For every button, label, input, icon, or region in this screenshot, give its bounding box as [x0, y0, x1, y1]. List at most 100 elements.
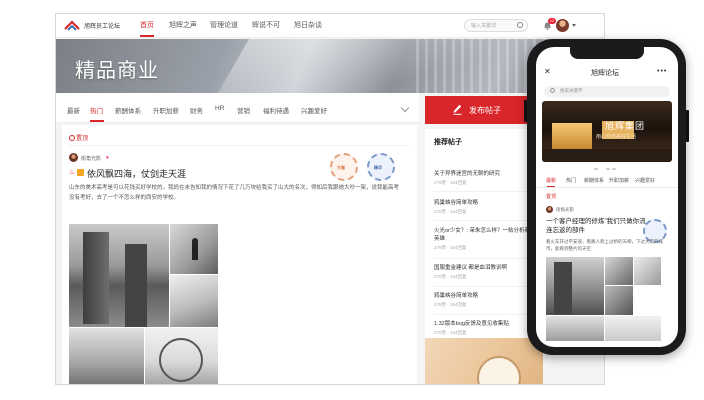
- tab-salary[interactable]: 薪酬体系: [115, 105, 141, 115]
- nav-home[interactable]: 首页: [140, 20, 154, 30]
- search-placeholder: 输入关键词: [471, 23, 497, 29]
- tab-hr[interactable]: HR: [215, 105, 224, 112]
- pinned-text: 置顶: [76, 136, 89, 142]
- recommended-item[interactable]: 火光or少女？: 茉朱怎么样？一帖分析新出英雄 276赞 · 164回复: [434, 227, 538, 251]
- recommended-meta: 276赞 · 164回复: [434, 302, 467, 307]
- recommended-meta: 276赞 · 164回复: [434, 330, 467, 335]
- mobile-screen: ✕ 旭辉论坛 ••• 搜索关键字 旭辉集团 用心构筑美好生活 最新 热门 薪酬体…: [536, 47, 678, 347]
- mobile-tab-promotion[interactable]: 升职加薪: [609, 177, 629, 184]
- recommended-title[interactable]: 鸦巢峡谷简单攻略: [434, 292, 538, 300]
- publish-post-label: 发布帖子: [469, 106, 501, 115]
- user-avatar[interactable]: [556, 19, 569, 32]
- tab-latest[interactable]: 最新: [67, 105, 80, 115]
- post-body: 山东的美术高考是可以花钱买好学校的。我妈在未告知我的情况下花了几万块给我买了山大…: [69, 185, 400, 201]
- recommended-meta: 276赞 · 164回复: [434, 274, 467, 279]
- nav-voice[interactable]: 旭辉之声: [169, 20, 197, 30]
- logo-icon[interactable]: [64, 20, 80, 31]
- mobile-post-image[interactable]: [546, 316, 604, 341]
- divider: [434, 258, 538, 259]
- recommended-title[interactable]: 1.32版本bug反馈及意见收集贴: [434, 320, 538, 328]
- sidebar-ad-image[interactable]: [425, 338, 543, 384]
- mobile-banner-subtitle: 用心构筑美好生活: [596, 134, 637, 140]
- post-image[interactable]: [145, 328, 218, 384]
- mobile-post-title[interactable]: 一个客户经理的修炼”我们只做你流连忘返的部件: [546, 217, 646, 235]
- author-avatar[interactable]: [69, 153, 78, 162]
- mobile-post-body: 看火车开过平安道，看路人爬上过桥的天梯，下过大雨的城市，能看到整片的天空: [546, 239, 663, 251]
- tab-hot[interactable]: 热门: [90, 105, 103, 115]
- recommended-title[interactable]: 关于异界迷宫的无聊的研究: [434, 170, 538, 178]
- recommended-title[interactable]: 鸦巢峡谷简单攻略: [434, 199, 538, 207]
- mobile-banner[interactable]: 旭辉集团 用心构筑美好生活: [542, 101, 672, 162]
- post-image[interactable]: [69, 328, 144, 384]
- search-icon: [550, 88, 555, 93]
- mobile-title: 旭辉论坛: [591, 70, 619, 77]
- tab-active-indicator: [90, 120, 104, 122]
- mobile-author-avatar[interactable]: [546, 206, 553, 213]
- post-image[interactable]: [170, 224, 218, 274]
- phone-notch: [570, 47, 644, 59]
- search-input[interactable]: 输入关键词: [464, 19, 528, 32]
- recommended-title[interactable]: 火光or少女？: 茉朱怎么样？一帖分析新出英雄: [434, 227, 538, 243]
- divider: [434, 314, 538, 315]
- tab-finance[interactable]: 财务: [190, 105, 203, 115]
- recommended-item[interactable]: 鸦巢峡谷简单攻略 276赞 · 164回复: [434, 292, 538, 308]
- mobile-post-image[interactable]: [605, 257, 633, 285]
- tab-marketing[interactable]: 营销: [237, 105, 250, 115]
- recommended-item[interactable]: 国服重金建议 都是血泪教训啊 276赞 · 164回复: [434, 264, 538, 280]
- mobile-tab-latest[interactable]: 最新: [546, 177, 556, 184]
- pagination-dot[interactable]: [606, 168, 610, 170]
- mobile-post-image[interactable]: [546, 257, 604, 315]
- recommended-item[interactable]: 1.32版本bug反馈及意见收集贴 276赞 · 164回复: [434, 320, 538, 336]
- tab-hobbies[interactable]: 兴趣爱好: [301, 105, 327, 115]
- nav-talk[interactable]: 辉说不可: [252, 20, 280, 30]
- banner-pagination[interactable]: [594, 157, 624, 170]
- mobile-author-name[interactable]: 街角光影: [556, 207, 574, 213]
- recommended-item[interactable]: 关于异界迷宫的无聊的研究 276赞 · 164回复: [434, 170, 538, 186]
- tab-benefits[interactable]: 福利待遇: [263, 105, 289, 115]
- nav-active-indicator: [140, 35, 154, 37]
- post-image[interactable]: [69, 224, 169, 327]
- expert-stamp-icon: 大咖: [330, 153, 358, 181]
- mobile-tab-hobbies[interactable]: 兴趣爱好: [635, 177, 655, 184]
- top-navbar: 旭辉员工论坛 首页 旭辉之声 管理论道 辉说不可 旭日杂谈 输入关键词 12: [56, 14, 604, 38]
- nav-chat[interactable]: 旭日杂谈: [294, 20, 322, 30]
- mobile-post-image[interactable]: [634, 257, 661, 285]
- recommended-meta: 276赞 · 164回复: [434, 209, 467, 214]
- author-name[interactable]: 街角光影: [81, 155, 101, 162]
- mobile-search-placeholder: 搜索关键字: [560, 88, 583, 93]
- phone-side-button: [686, 110, 689, 142]
- mobile-search-input[interactable]: 搜索关键字: [544, 86, 670, 97]
- tab-promotion[interactable]: 升职加薪: [153, 105, 179, 115]
- pinned-label: 置顶: [69, 133, 88, 142]
- pagination-dot[interactable]: [594, 168, 598, 170]
- pin-icon: [69, 135, 75, 141]
- mobile-post-image[interactable]: [605, 316, 661, 341]
- mobile-banner-title: 旭辉集团: [605, 121, 646, 131]
- mobile-pinned-label: 置顶: [546, 194, 557, 200]
- divider: [434, 286, 538, 287]
- post-feed: 置顶 街角光影 ♥ ♨ 依风飘四海，仗剑走天涯 山东的美术高考是可以花钱买好学校…: [62, 125, 417, 384]
- nav-management[interactable]: 管理论道: [210, 20, 238, 30]
- mobile-tab-salary[interactable]: 薪酬体系: [584, 177, 604, 184]
- post-image[interactable]: [170, 275, 218, 327]
- more-icon[interactable]: •••: [657, 68, 667, 75]
- pagination-dot[interactable]: [600, 168, 604, 170]
- pagination-dot[interactable]: [612, 168, 616, 170]
- search-icon[interactable]: [517, 22, 523, 28]
- sidebar-title: 推荐帖子: [434, 139, 462, 146]
- banner-title: 精品商业: [75, 60, 159, 82]
- recommended-title[interactable]: 国服重金建议 都是血泪教训啊: [434, 264, 538, 272]
- screenshot-stage: 旭辉员工论坛 首页 旭辉之声 管理论道 辉说不可 旭日杂谈 输入关键词 12 精…: [0, 0, 704, 400]
- mobile-post-image[interactable]: [605, 286, 633, 315]
- stamp-label: 精华: [374, 165, 382, 170]
- notification-badge: 12: [548, 18, 556, 24]
- chevron-down-icon[interactable]: [400, 103, 410, 113]
- close-icon[interactable]: ✕: [544, 67, 551, 76]
- recommended-meta: 276赞 · 164回复: [434, 245, 467, 250]
- chevron-down-icon[interactable]: [572, 24, 576, 27]
- post-title[interactable]: 依风飘四海，仗剑走天涯: [87, 167, 186, 180]
- logo-text[interactable]: 旭辉员工论坛: [84, 21, 120, 30]
- mobile-tab-hot[interactable]: 热门: [566, 177, 576, 184]
- featured-stamp-icon: 精华: [367, 153, 395, 181]
- recommended-item[interactable]: 鸦巢峡谷简单攻略 276赞 · 164回复: [434, 199, 538, 215]
